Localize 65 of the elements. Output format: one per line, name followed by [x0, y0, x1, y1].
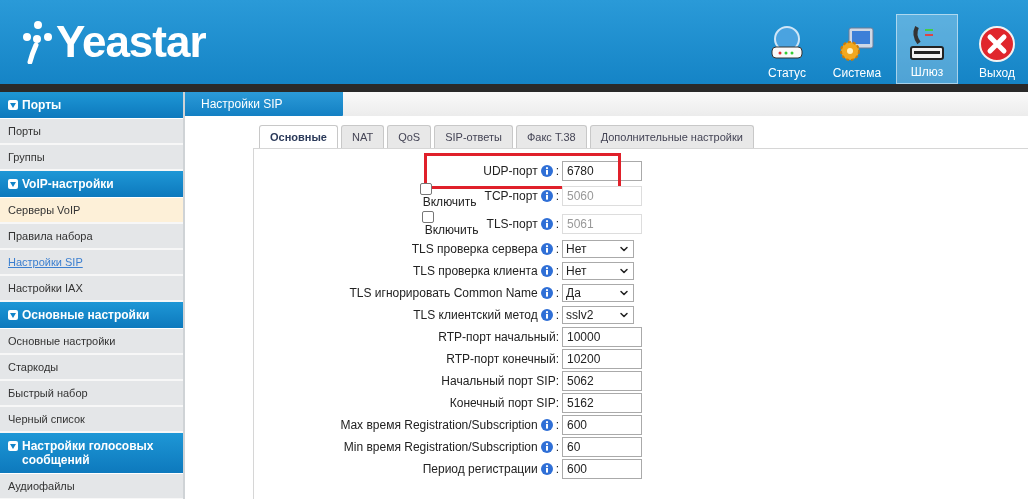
info-icon[interactable]: [540, 309, 553, 321]
label-colon: :: [555, 242, 559, 256]
sidebar-section-header[interactable]: Основные настройки: [0, 302, 183, 329]
field-label: RTP-порт начальный:: [438, 330, 559, 344]
sidebar-section-header[interactable]: Порты: [0, 92, 183, 119]
sidebar-section-header[interactable]: Настройки голосовых сообщений: [0, 433, 183, 474]
input-field[interactable]: 10000: [562, 327, 642, 347]
select-field[interactable]: Да: [562, 284, 634, 302]
tab[interactable]: Дополнительные настройки: [589, 125, 754, 148]
field-label: Max время Registration/Subscription: [340, 418, 538, 432]
label-colon: :: [555, 440, 559, 454]
info-icon[interactable]: [540, 463, 553, 475]
input-field[interactable]: 600: [562, 459, 642, 479]
checkbox-label: Включить: [422, 195, 477, 209]
field-label: UDP-порт: [483, 164, 538, 178]
field-label: Начальный порт SIP:: [441, 374, 559, 388]
label-colon: :: [555, 264, 559, 278]
input-field[interactable]: 5062: [562, 371, 642, 391]
select-field[interactable]: sslv2: [562, 306, 634, 324]
field-label: Период регистрации: [422, 462, 538, 476]
label-colon: :: [555, 418, 559, 432]
nav-button[interactable]: Система: [826, 14, 888, 84]
label-colon: :: [555, 189, 559, 203]
label-colon: :: [555, 462, 559, 476]
field-label: TLS-порт: [486, 217, 538, 231]
monitor-gear-icon: [837, 24, 877, 64]
sidebar-item[interactable]: Серверы VoIP: [0, 198, 183, 224]
label-colon: :: [555, 217, 559, 231]
phone-device-icon: [907, 23, 947, 63]
tab[interactable]: NAT: [340, 125, 385, 148]
field-label: TCP-порт: [484, 189, 538, 203]
input-field[interactable]: 6780: [562, 161, 642, 181]
field-label: RTP-порт конечный:: [446, 352, 559, 366]
info-icon[interactable]: [540, 243, 553, 255]
checkbox-label: Включить: [424, 223, 479, 237]
tab[interactable]: QoS: [387, 125, 432, 148]
input-field[interactable]: 600: [562, 415, 642, 435]
sidebar-section-header[interactable]: VoIP-настройки: [0, 171, 183, 198]
label-colon: :: [555, 286, 559, 300]
tab[interactable]: SIP-ответы: [434, 125, 513, 148]
select-field[interactable]: Нет: [562, 240, 634, 258]
label-colon: :: [555, 164, 559, 178]
input-field[interactable]: 60: [562, 437, 642, 457]
info-icon[interactable]: [540, 441, 553, 453]
input-field[interactable]: 10200: [562, 349, 642, 369]
nav-button[interactable]: Выход: [966, 14, 1028, 84]
select-field[interactable]: Нет: [562, 262, 634, 280]
info-icon[interactable]: [540, 419, 553, 431]
field-label: TLS клиентский метод: [413, 308, 538, 322]
info-icon[interactable]: [540, 165, 553, 177]
field-label: Min время Registration/Subscription: [343, 440, 538, 454]
tab[interactable]: Факс T.38: [515, 125, 587, 148]
field-label: Конечный порт SIP:: [449, 396, 559, 410]
field-label: TLS проверка сервера: [411, 242, 538, 256]
logo-icon: [22, 20, 52, 64]
logo-text: Yeastar: [56, 17, 206, 67]
nav-button[interactable]: Статус: [756, 14, 818, 84]
info-icon[interactable]: [540, 287, 553, 299]
info-icon[interactable]: [540, 265, 553, 277]
tab[interactable]: Основные: [259, 125, 338, 148]
input-field[interactable]: 5162: [562, 393, 642, 413]
label-colon: :: [555, 308, 559, 322]
field-label: TLS проверка клиента: [412, 264, 538, 278]
close-icon: [977, 24, 1017, 64]
field-label: TLS игнорировать Common Name: [349, 286, 538, 300]
